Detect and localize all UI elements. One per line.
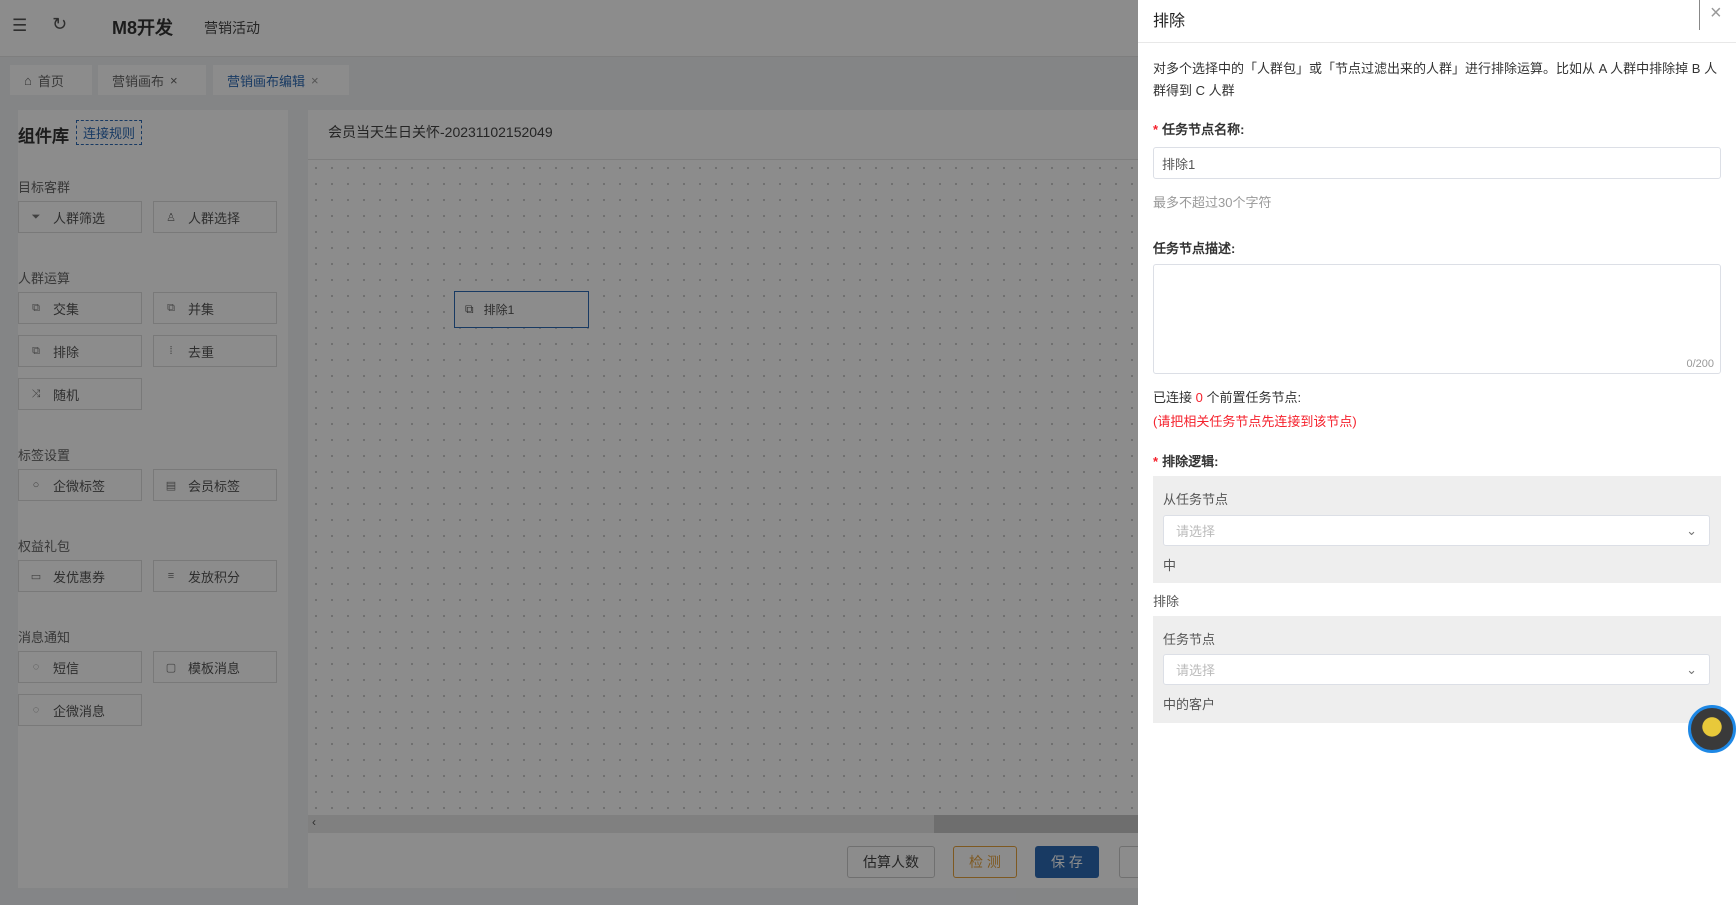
from-node-select[interactable]: 请选择 ⌄ [1163,515,1710,546]
connected-count: 0 [1195,390,1203,405]
chevron-down-icon: ⌄ [1686,522,1697,538]
drawer-title: 排除 [1153,13,1186,30]
exclude-node-group: 任务节点 请选择 ⌄ 中的客户 [1153,616,1721,723]
from-node-group: 从任务节点 请选择 ⌄ 中 [1153,476,1721,583]
char-counter: 0/200 [1686,358,1714,370]
node-name-input[interactable] [1153,147,1721,179]
exclude-logic-label: * 排除逻辑: [1153,454,1219,469]
node-desc-label: 任务节点描述: [1153,241,1236,256]
exclude-node-label: 任务节点 [1163,632,1216,647]
modal-overlay[interactable] [0,0,1138,905]
label-text: 任务节点名称: [1162,122,1245,137]
node-name-label: * 任务节点名称: [1153,122,1245,137]
label-text: 排除逻辑: [1162,454,1219,469]
divider [1699,0,1700,30]
node-desc-textarea[interactable]: 0/200 [1153,264,1721,374]
drawer-description: 对多个选择中的「人群包」或「节点过滤出来的人群」进行排除运算。比如从 A 人群中… [1153,61,1718,98]
exclude-node-select[interactable]: 请选择 ⌄ [1163,654,1710,685]
exclude-drawer: 排除 × 对多个选择中的「人群包」或「节点过滤出来的人群」进行排除运算。比如从 … [1138,0,1736,905]
exclude-text: 排除 [1153,594,1180,609]
connected-count-text: 已连接 0 个前置任务节点: [1153,387,1301,406]
node-name-hint: 最多不超过30个字符 [1153,195,1272,210]
placeholder: 请选择 [1176,524,1216,539]
connect-warning: (请把相关任务节点先连接到该节点) [1153,414,1357,429]
placeholder: 请选择 [1176,663,1216,678]
assistant-avatar[interactable] [1688,705,1736,753]
chevron-down-icon: ⌄ [1686,661,1697,677]
close-icon[interactable]: × [1710,2,1722,25]
text: 已连接 [1153,390,1193,405]
divider [1138,42,1736,43]
from-node-label: 从任务节点 [1163,492,1229,507]
text: 个前置任务节点: [1206,390,1302,405]
exclude-node-suffix: 中的客户 [1163,697,1216,712]
from-node-suffix: 中 [1163,558,1177,573]
